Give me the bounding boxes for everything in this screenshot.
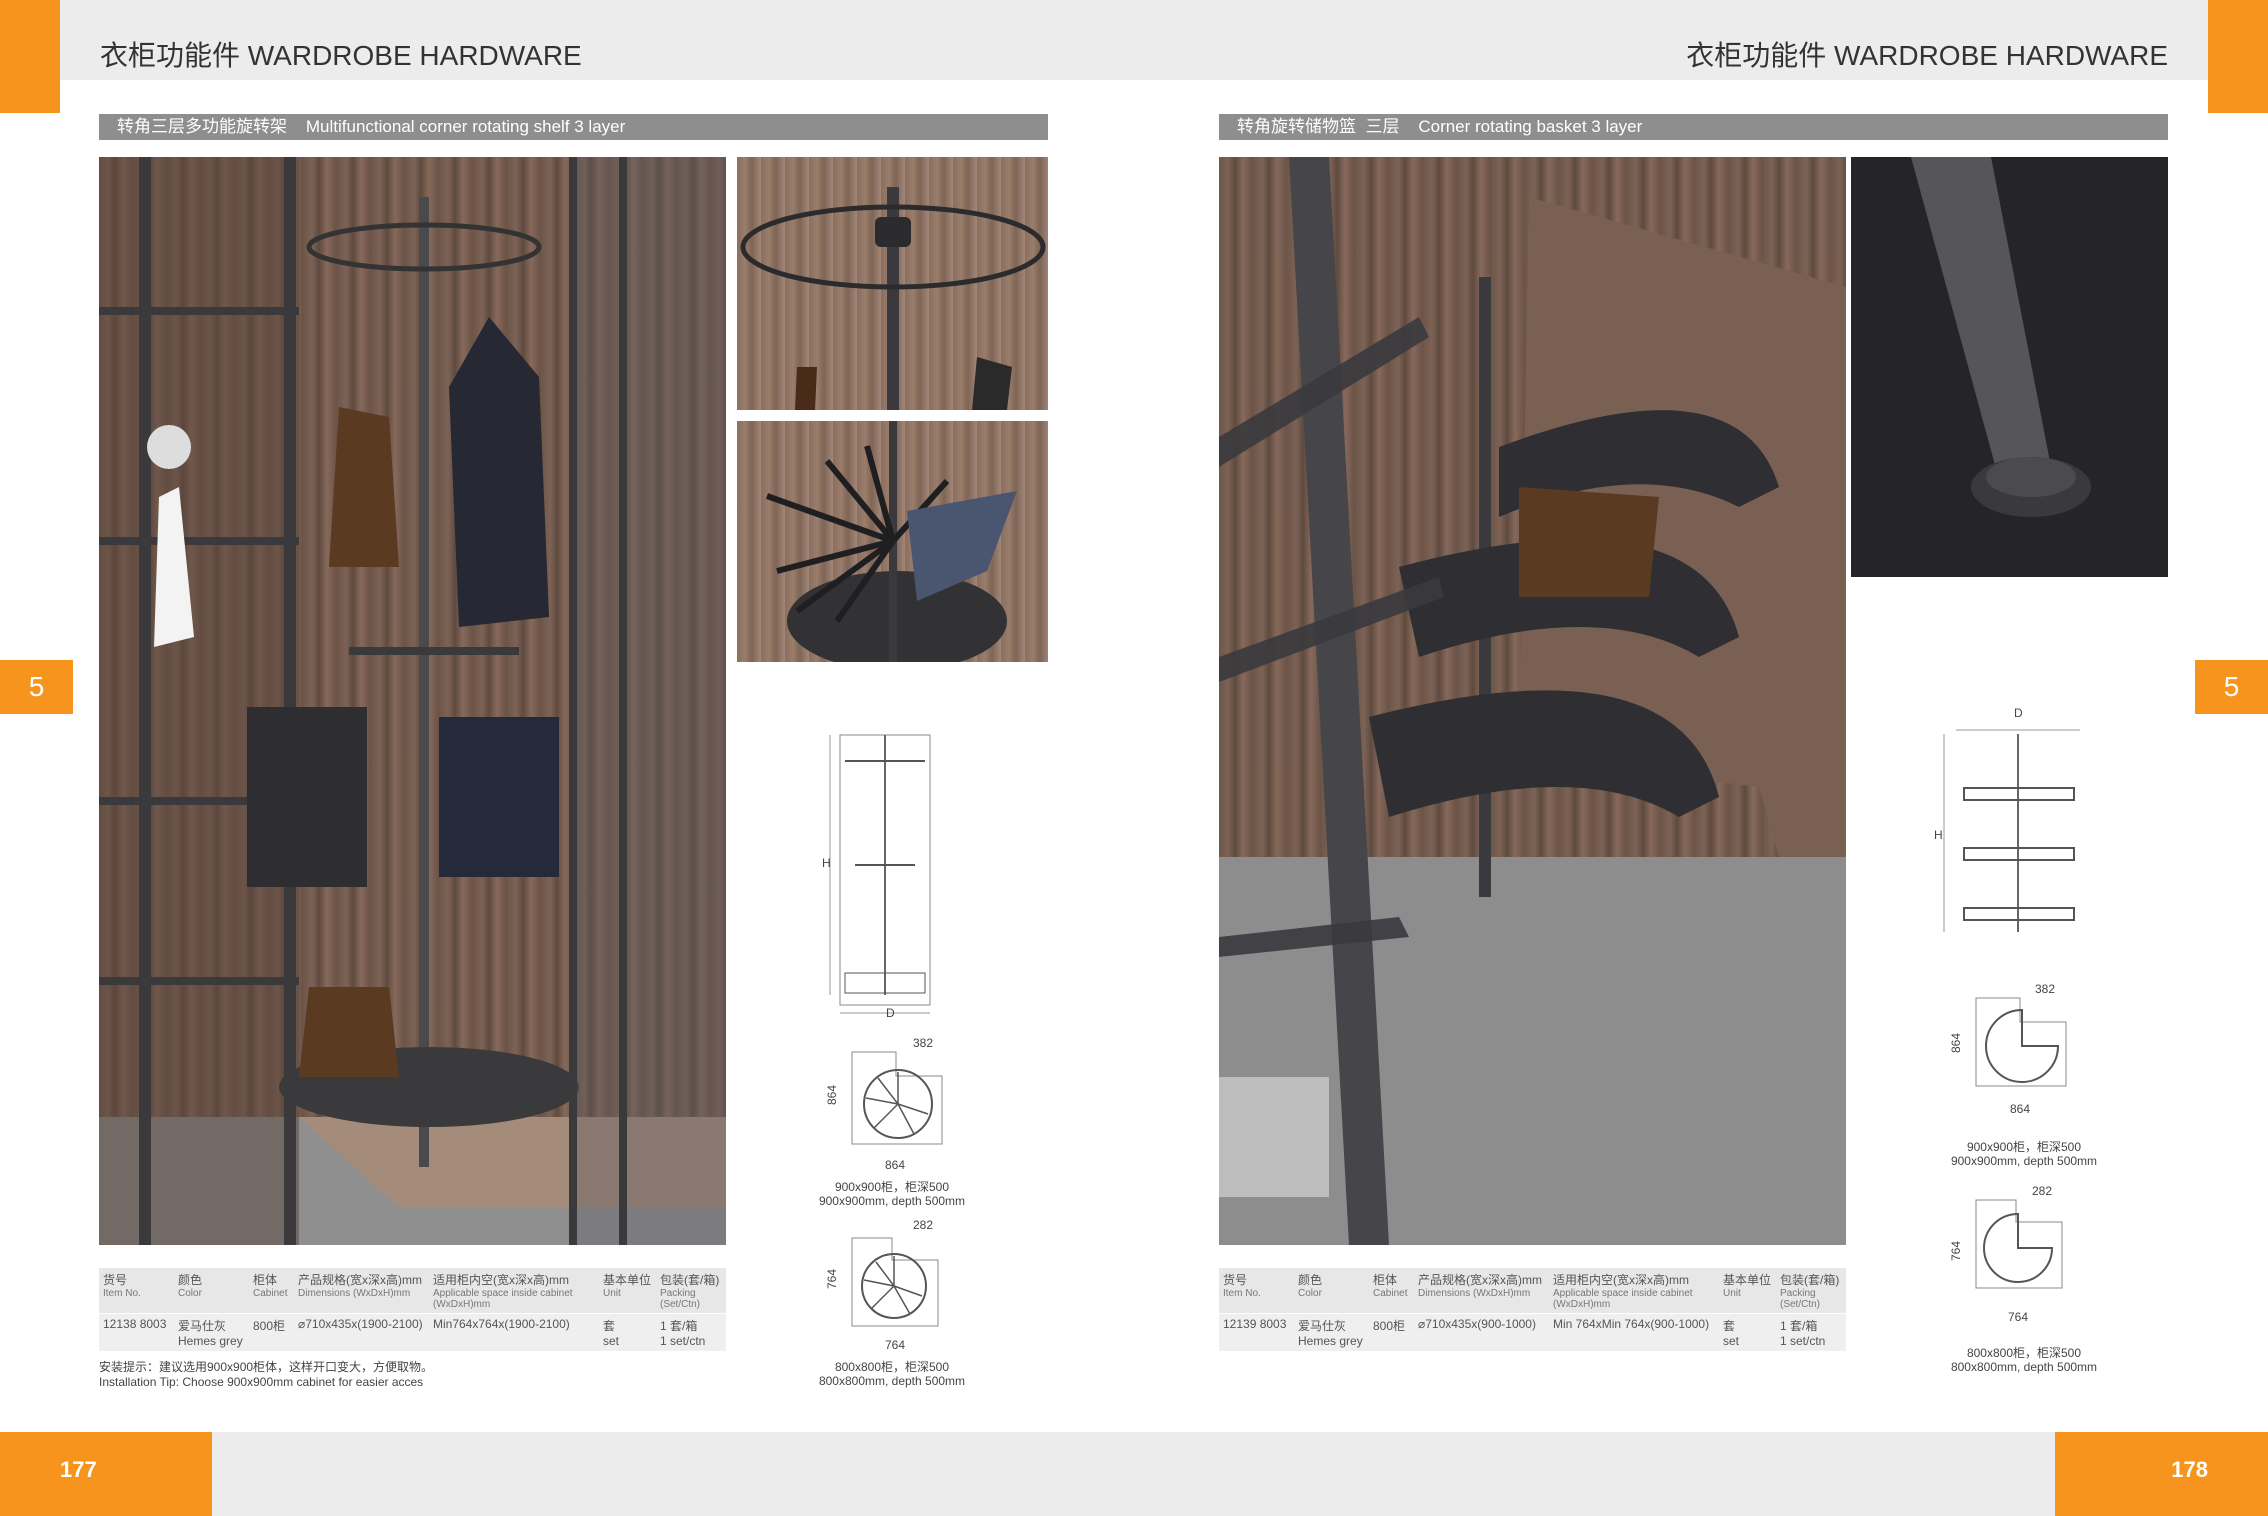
header-cell: 适用柜内空(宽x深x高)mm Applicable space inside ca…	[1549, 1268, 1719, 1314]
table-cell: 800柜	[249, 1313, 294, 1352]
left-caption-900: 900x900柜，柜深500 900x900mm, depth 500mm	[800, 1180, 984, 1208]
left-caption-800-en: 800x800mm, depth 500mm	[818, 1374, 966, 1388]
left-dim-top-382: 382	[913, 1036, 934, 1050]
right-caption-800: 800x800柜，柜深500 800x800mm, depth 500mm	[1932, 1346, 2116, 1374]
table-row: 12139 8003 爱马仕灰 Hemes grey 800柜 ⌀710x435x…	[1219, 1313, 1846, 1352]
table-cell: 800柜	[1369, 1313, 1414, 1352]
header-cell: 基本单位 Unit	[1719, 1268, 1776, 1314]
right-dim-top-282: 282	[2032, 1184, 2053, 1198]
table-cell: 12139 8003	[1219, 1313, 1294, 1352]
chapter-tab-left: 5	[0, 660, 73, 714]
left-main-photo	[99, 157, 726, 1245]
right-label-d: D	[2014, 706, 2023, 720]
right-spec-table: 货号 Item No. 颜色 Color 柜体 Cabinet 产品规格(宽x深x高)…	[1219, 1268, 1846, 1352]
right-main-photo	[1219, 157, 1846, 1245]
right-header-title: 衣柜功能件 WARDROBE HARDWARE	[1686, 40, 2168, 71]
table-cell: Min 764xMin 764x(900-1000)	[1549, 1313, 1719, 1352]
left-dim-bottom-864: 864	[885, 1158, 906, 1172]
left-caption-800-cn: 800x800柜，柜深500	[834, 1360, 950, 1374]
right-caption-800-en: 800x800mm, depth 500mm	[1950, 1360, 2098, 1374]
left-plan-drawing-800	[851, 1237, 939, 1327]
left-label-h: H	[822, 856, 831, 870]
corner-tab-left	[0, 0, 60, 113]
right-dim-side-764: 764	[1949, 1240, 1964, 1262]
install-tip: 安装提示：建议选用900x900柜体，这样开口变大，方便取物。 Installa…	[99, 1360, 739, 1390]
table-cell: 套 set	[599, 1313, 656, 1352]
chapter-tab-right: 5	[2195, 660, 2268, 714]
header-cell: 柜体 Cabinet	[249, 1268, 294, 1314]
pole-base-detail	[1911, 157, 2091, 517]
left-side-elevation-drawing	[829, 734, 931, 1014]
header-cell: 产品规格(宽x深x高)mm Dimensions (WxDxH)mm	[1414, 1268, 1549, 1314]
table-cell: 套 set	[1719, 1313, 1776, 1352]
table-cell: 爱马仕灰 Hemes grey	[174, 1313, 249, 1352]
left-caption-900-cn: 900x900柜，柜深500	[834, 1180, 950, 1194]
rotating-hanger-detail	[740, 187, 1046, 410]
left-dim-bottom-764: 764	[885, 1338, 906, 1352]
right-dim-top-382: 382	[2035, 982, 2056, 996]
header-cell: 基本单位 Unit	[599, 1268, 656, 1314]
left-label-d: D	[886, 1006, 895, 1020]
left-header-title: 衣柜功能件 WARDROBE HARDWARE	[100, 40, 582, 71]
left-spec-table: 货号 Item No. 颜色 Color 柜体 Cabinet 产品规格(宽x深x高)…	[99, 1268, 726, 1352]
table-cell: 爱马仕灰 Hemes grey	[1294, 1313, 1369, 1352]
right-plan-drawing-800	[1975, 1199, 2063, 1289]
bottom-band	[0, 1432, 2268, 1516]
table-cell: 1 套/箱 1 set/ctn	[656, 1313, 726, 1352]
right-caption-800-cn: 800x800柜，柜深500	[1966, 1346, 2082, 1360]
left-caption-800: 800x800柜，柜深500 800x800mm, depth 500mm	[800, 1360, 984, 1388]
right-plan-drawing-900	[1975, 997, 2067, 1087]
header-cell: 颜色 Color	[174, 1268, 249, 1314]
left-dim-side-864: 864	[825, 1084, 840, 1106]
header-cell: 包装(套/箱) Packing (Set/Ctn)	[1776, 1268, 1846, 1314]
table-cell: ⌀710x435x(900-1000)	[1414, 1313, 1549, 1352]
table-row: 12138 8003 爱马仕灰 Hemes grey 800柜 ⌀710x435x…	[99, 1313, 726, 1352]
right-caption-900: 900x900柜，柜深500 900x900mm, depth 500mm	[1932, 1140, 2116, 1168]
header-cell: 货号 Item No.	[1219, 1268, 1294, 1314]
table-cell: ⌀710x435x(1900-2100)	[294, 1313, 429, 1352]
right-label-h: H	[1934, 828, 1943, 842]
left-product-title-bar: 转角三层多功能旋转架 Multifunctional corner rotati…	[99, 114, 1048, 140]
left-detail-photo-top	[737, 157, 1048, 410]
header-cell: 颜色 Color	[1294, 1268, 1369, 1314]
header-cell: 包装(套/箱) Packing (Set/Ctn)	[656, 1268, 726, 1314]
header-cell: 货号 Item No.	[99, 1268, 174, 1314]
left-plan-drawing-900	[851, 1051, 943, 1145]
left-caption-900-en: 900x900mm, depth 500mm	[818, 1194, 966, 1208]
page-number-left: 177	[0, 1432, 212, 1516]
header-cell: 适用柜内空(宽x深x高)mm Applicable space inside ca…	[429, 1268, 599, 1314]
install-tip-en: Installation Tip: Choose 900x900mm cabin…	[99, 1375, 424, 1389]
right-detail-photo	[1851, 157, 2168, 577]
right-caption-900-en: 900x900mm, depth 500mm	[1950, 1154, 2098, 1168]
wardrobe-illustration	[99, 157, 726, 1245]
tie-rack-detail	[765, 421, 1017, 662]
left-dim-side-764: 764	[825, 1268, 840, 1290]
table-cell: Min764x764x(1900-2100)	[429, 1313, 599, 1352]
right-product-title-bar: 转角旋转储物篮 三层 Corner rotating basket 3 laye…	[1219, 114, 2168, 140]
left-detail-photo-bottom	[737, 421, 1048, 662]
right-side-elevation-drawing	[1943, 729, 2080, 932]
table-header-row: 货号 Item No. 颜色 Color 柜体 Cabinet 产品规格(宽x深x高)…	[99, 1268, 726, 1314]
header-cell: 产品规格(宽x深x高)mm Dimensions (WxDxH)mm	[294, 1268, 429, 1314]
right-dim-bottom-764: 764	[2008, 1310, 2029, 1324]
right-caption-900-cn: 900x900柜，柜深500	[1966, 1140, 2082, 1154]
install-tip-cn: 安装提示：建议选用900x900柜体，这样开口变大，方便取物。	[99, 1360, 434, 1374]
right-dim-side-864: 864	[1949, 1032, 1964, 1054]
table-header-row: 货号 Item No. 颜色 Color 柜体 Cabinet 产品规格(宽x深x高)…	[1219, 1268, 1846, 1314]
table-cell: 12138 8003	[99, 1313, 174, 1352]
right-dim-bottom-864: 864	[2010, 1102, 2031, 1116]
left-dim-top-282: 282	[913, 1218, 934, 1232]
corner-tab-right	[2208, 0, 2268, 113]
corner-basket-illustration	[1219, 157, 1846, 1245]
header-cell: 柜体 Cabinet	[1369, 1268, 1414, 1314]
table-cell: 1 套/箱 1 set/ctn	[1776, 1313, 1846, 1352]
page-number-right: 178	[2055, 1432, 2268, 1516]
